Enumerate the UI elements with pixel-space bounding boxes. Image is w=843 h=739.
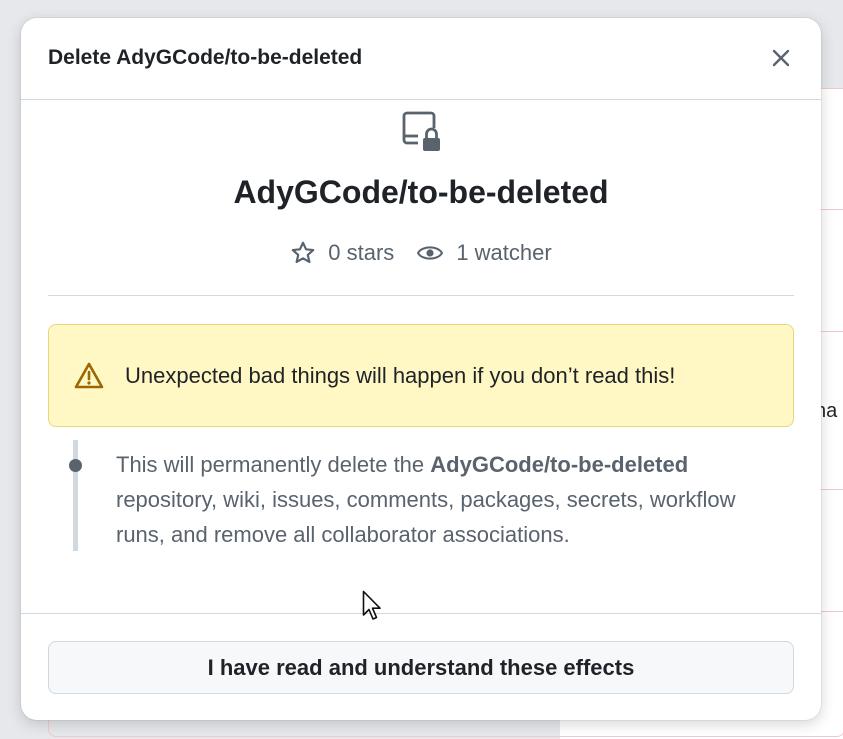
eye-icon [417, 246, 444, 260]
mouse-pointer-icon [362, 590, 381, 620]
watchers-count: 1 watcher [456, 240, 552, 265]
effect-suffix: repository, wiki, issues, comments, pack… [116, 487, 736, 547]
close-button[interactable] [765, 42, 797, 74]
section-divider [48, 295, 794, 296]
warning-banner: Unexpected bad things will happen if you… [48, 324, 794, 427]
star-icon [292, 241, 315, 264]
effect-prefix: This will permanently delete the [116, 452, 431, 477]
stars-count: 0 stars [328, 240, 395, 265]
deletion-effects-text: This will permanently delete the AdyGCod… [116, 447, 786, 552]
delete-repository-dialog: Delete AdyGCode/to-be-deleted AdyGCode/t… [21, 18, 821, 720]
stars-stat: 0 stars [290, 240, 394, 266]
repo-locked-icon [402, 111, 440, 151]
confirm-understand-button[interactable]: I have read and understand these effects [48, 641, 794, 694]
warning-text: Unexpected bad things will happen if you… [125, 362, 676, 388]
timeline-dot [69, 459, 82, 472]
watchers-stat: 1 watcher [416, 240, 552, 266]
dialog-header: Delete AdyGCode/to-be-deleted [21, 18, 821, 100]
footer-divider [21, 613, 821, 614]
alert-icon [74, 362, 104, 388]
timeline-bar [73, 440, 78, 551]
close-icon [772, 49, 790, 67]
effect-repository-name: AdyGCode/to-be-deleted [430, 452, 689, 477]
repository-name: AdyGCode/to-be-deleted [233, 174, 609, 210]
repository-stats: 0 stars 1 watcher [21, 240, 821, 266]
dialog-title: Delete AdyGCode/to-be-deleted [48, 46, 363, 69]
